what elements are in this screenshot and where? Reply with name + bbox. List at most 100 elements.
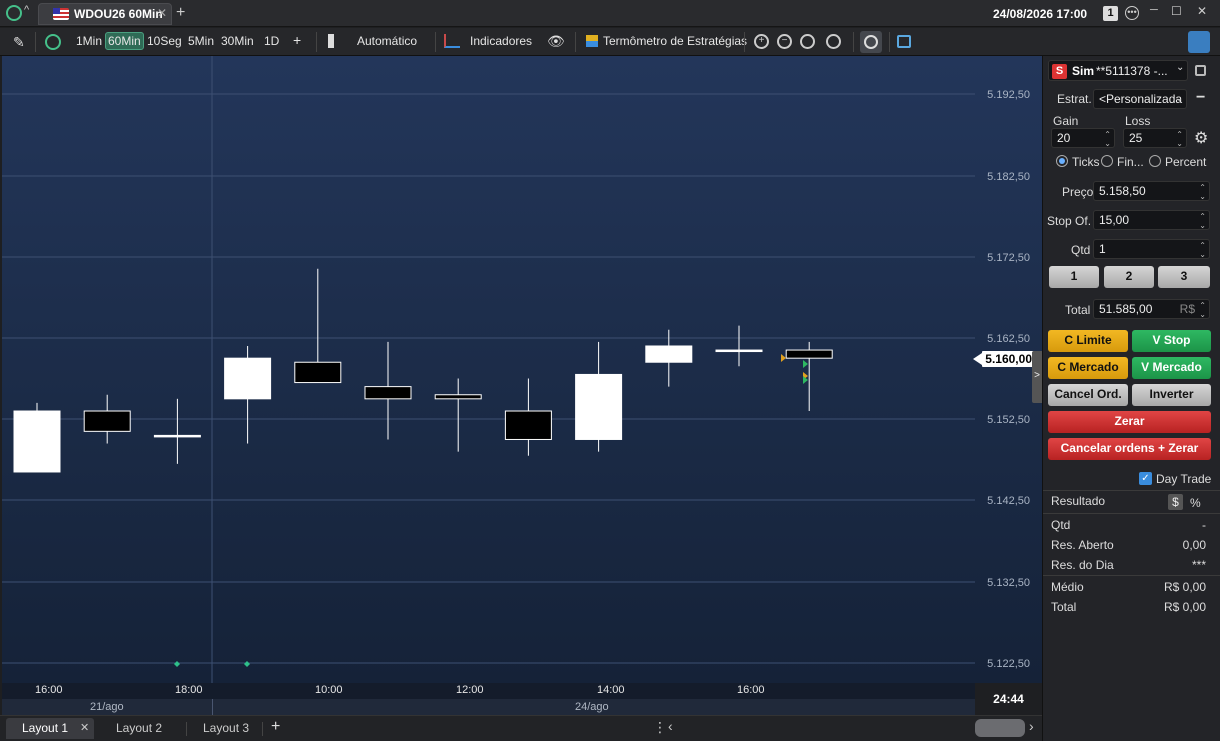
invert-button[interactable]: Inverter: [1132, 384, 1211, 406]
radio-percent-label: Percent: [1165, 155, 1207, 169]
candle-body: [645, 345, 693, 363]
y-tick-label: 5.142,50: [987, 495, 1030, 507]
lock-icon[interactable]: [1195, 65, 1206, 76]
indicators-button[interactable]: Indicadores: [470, 34, 532, 48]
radio-ticks[interactable]: [1056, 155, 1068, 167]
x-tick-label: 16:00: [737, 684, 765, 696]
total-currency: R$: [1179, 302, 1195, 316]
thermometer-icon[interactable]: [586, 35, 598, 47]
new-tab-button[interactable]: +: [176, 4, 185, 22]
loss-value: 25: [1129, 131, 1143, 145]
candle-body: [364, 386, 412, 400]
interval-5min[interactable]: 5Min: [188, 34, 214, 48]
clock-icon[interactable]: [45, 34, 61, 50]
candle-type-icon[interactable]: [328, 34, 334, 48]
zoom-fit-icon[interactable]: [800, 34, 815, 49]
buy-market-button[interactable]: C Mercado: [1048, 357, 1128, 379]
stop-value: 15,00: [1099, 213, 1130, 227]
panel-toggle-icon[interactable]: [1188, 31, 1210, 53]
percent-toggle-button[interactable]: %: [1190, 496, 1201, 510]
add-interval-button[interactable]: +: [293, 32, 301, 48]
radio-percent[interactable]: [1149, 155, 1161, 167]
gain-input[interactable]: 20 ⌃ ⌄: [1051, 128, 1115, 148]
auto-scale-button[interactable]: Automático: [357, 34, 417, 48]
qty-preset-1[interactable]: 1: [1049, 266, 1099, 288]
day-separator: [212, 699, 213, 715]
account-id: **5111378 -...: [1096, 64, 1168, 78]
tab-chart[interactable]: WDOU26 60Min ✕: [38, 3, 172, 25]
total-value: 51.585,00: [1099, 302, 1153, 316]
buy-limit-button[interactable]: C Limite: [1048, 330, 1128, 352]
more-icon[interactable]: ⋮: [653, 719, 667, 736]
candlestick-chart[interactable]: 5.192,50 5.182,50 5.172,50 5.162,50 5.152,50…: [2, 56, 1042, 683]
zero-button[interactable]: Zerar: [1048, 411, 1211, 433]
interval-10seg[interactable]: 10Seg: [147, 34, 182, 48]
scroll-right-icon[interactable]: ›: [1029, 718, 1034, 734]
strategy-thermometer-button[interactable]: Termômetro de Estratégias: [603, 34, 747, 48]
event-diamond-icon: [174, 661, 180, 667]
interval-1min[interactable]: 1Min: [76, 34, 102, 48]
stop-offset-input[interactable]: 15,00 ⌃ ⌄: [1093, 210, 1210, 230]
candle-body: [575, 373, 623, 440]
us-flag-icon: [53, 8, 69, 20]
scroll-left-icon[interactable]: ‹: [668, 718, 673, 734]
daytrade-checkbox[interactable]: ✓: [1139, 472, 1152, 485]
chevron-up-icon[interactable]: ^: [24, 4, 29, 16]
candle-body: [785, 349, 833, 359]
sell-market-button[interactable]: V Mercado: [1132, 357, 1211, 379]
window-count-badge[interactable]: 1: [1103, 6, 1118, 21]
order-marker-icon: [803, 360, 808, 368]
qty-value: 1: [1099, 242, 1106, 256]
close-button[interactable]: ✕: [1197, 4, 1207, 18]
radio-fin-label: Fin...: [1117, 155, 1144, 169]
add-layout-button[interactable]: +: [271, 718, 280, 736]
order-marker-icon: [781, 354, 786, 362]
close-tab-icon[interactable]: ✕: [157, 6, 167, 20]
qty-preset-2[interactable]: 2: [1104, 266, 1154, 288]
cancel-orders-button[interactable]: Cancel Ord.: [1048, 384, 1128, 406]
layout-bar: Layout 1 ✕ Layout 2 Layout 3 + ⋮ ‹ ›: [0, 715, 1042, 741]
total-input[interactable]: 51.585,00 R$ ⌃ ⌄: [1093, 299, 1210, 319]
eye-icon[interactable]: 👁: [547, 33, 565, 50]
interval-30min[interactable]: 30Min: [221, 34, 254, 48]
currency-toggle-button[interactable]: $: [1168, 494, 1183, 510]
account-type: Sim: [1072, 64, 1095, 78]
sell-stop-button[interactable]: V Stop: [1132, 330, 1211, 352]
close-layout-tab-icon[interactable]: ✕: [80, 721, 89, 734]
date-axis: 21/ago 24/ago: [2, 699, 975, 715]
price-input[interactable]: 5.158,50 ⌃ ⌄: [1093, 181, 1210, 201]
interval-60min[interactable]: 60Min: [105, 32, 144, 50]
horizontal-scrollbar-thumb[interactable]: [975, 719, 1025, 737]
maximize-button[interactable]: ☐: [1171, 4, 1182, 18]
interval-1d[interactable]: 1D: [264, 34, 279, 48]
y-tick-label: 5.172,50: [987, 252, 1030, 264]
strategy-select[interactable]: <Personalizada ⌄: [1093, 89, 1187, 109]
price-label: Preço: [1062, 185, 1094, 199]
layout-tab-2[interactable]: Layout 2: [116, 721, 162, 735]
candle-body: [434, 394, 482, 400]
more-options-icon[interactable]: •••: [1125, 6, 1139, 20]
replay-icon[interactable]: [897, 35, 911, 48]
indicators-icon[interactable]: [444, 34, 460, 48]
chart-svg: 5.192,50 5.182,50 5.172,50 5.162,50 5.152,50…: [2, 56, 1030, 683]
layout-tab-3[interactable]: Layout 3: [203, 721, 249, 735]
zoom-reset-icon[interactable]: [826, 34, 841, 49]
cancel-and-zero-button[interactable]: Cancelar ordens + Zerar: [1048, 438, 1211, 460]
y-tick-label: 5.192,50: [987, 89, 1030, 101]
x-tick-label: 16:00: [35, 684, 63, 696]
qty-input[interactable]: 1 ⌃ ⌄: [1093, 239, 1210, 259]
expand-panel-handle[interactable]: >: [1032, 351, 1042, 403]
zoom-in-icon[interactable]: +: [754, 34, 769, 49]
zoom-out-icon[interactable]: −: [777, 34, 792, 49]
radio-fin[interactable]: [1101, 155, 1113, 167]
pencil-icon[interactable]: ✎: [13, 34, 25, 51]
gear-icon[interactable]: ⚙: [1194, 128, 1208, 148]
qty-label: Qtd: [1071, 243, 1091, 257]
minimize-button[interactable]: ─: [1150, 4, 1158, 16]
clock-icon[interactable]: [6, 5, 22, 21]
qty-preset-3[interactable]: 3: [1158, 266, 1210, 288]
last-price-label: 5.160,00: [982, 351, 1034, 367]
loss-input[interactable]: 25 ⌃ ⌄: [1123, 128, 1187, 148]
collapse-icon[interactable]: −: [1196, 89, 1205, 107]
gain-value: 20: [1057, 131, 1071, 145]
